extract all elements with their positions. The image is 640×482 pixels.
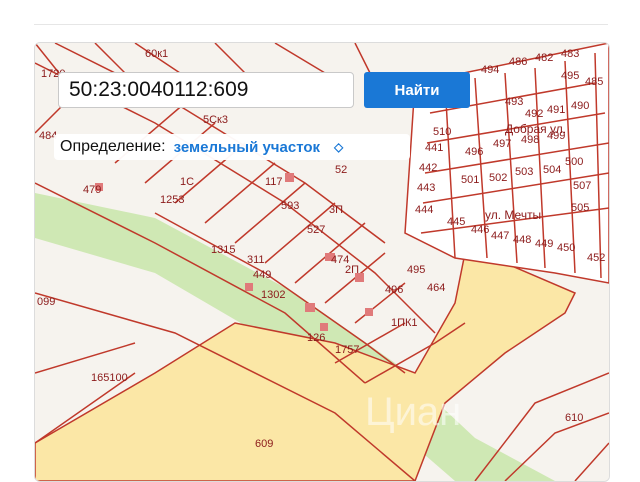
svg-text:1315: 1315: [211, 244, 235, 256]
svg-text:500: 500: [565, 156, 583, 168]
watermark-logo: Циан: [365, 390, 461, 434]
svg-text:496: 496: [465, 146, 483, 158]
definition-selected-value: земельный участок: [173, 138, 321, 156]
svg-text:510: 510: [433, 126, 451, 138]
svg-text:444: 444: [415, 204, 433, 216]
svg-text:507: 507: [573, 180, 591, 192]
svg-text:497: 497: [493, 138, 511, 150]
definition-row: Определение: земельный участок ◇: [54, 134, 410, 160]
svg-text:1757: 1757: [335, 344, 359, 356]
svg-text:445: 445: [447, 216, 465, 228]
svg-text:52: 52: [335, 164, 347, 176]
svg-text:1302: 1302: [261, 289, 285, 301]
cadastral-number-input[interactable]: [69, 78, 343, 102]
svg-text:5Ск3: 5Ск3: [203, 114, 228, 126]
top-divider: [34, 24, 608, 25]
svg-text:448: 448: [513, 234, 531, 246]
svg-text:491: 491: [547, 104, 565, 116]
svg-text:3П: 3П: [329, 204, 343, 216]
svg-text:495: 495: [407, 264, 425, 276]
svg-text:505: 505: [571, 202, 589, 214]
svg-text:443: 443: [417, 182, 435, 194]
svg-text:1С: 1С: [180, 176, 194, 188]
svg-text:452: 452: [587, 252, 605, 264]
svg-text:504: 504: [543, 164, 561, 176]
svg-text:502: 502: [489, 172, 507, 184]
svg-text:441: 441: [425, 142, 443, 154]
svg-text:501: 501: [461, 174, 479, 186]
svg-text:1ПК1: 1ПК1: [391, 317, 418, 329]
svg-text:482: 482: [535, 52, 553, 64]
svg-text:449: 449: [253, 269, 271, 281]
svg-text:2П: 2П: [345, 264, 359, 276]
svg-text:496: 496: [385, 284, 403, 296]
svg-text:490: 490: [571, 100, 589, 112]
find-button[interactable]: Найти: [364, 72, 470, 108]
svg-text:493: 493: [505, 96, 523, 108]
svg-text:610: 610: [565, 412, 583, 424]
svg-text:483: 483: [561, 48, 579, 60]
svg-text:479: 479: [83, 184, 101, 196]
svg-text:503: 503: [515, 166, 533, 178]
svg-text:60к1: 60к1: [145, 48, 168, 60]
map-canvas[interactable]: 60к1 5Ск3 1С 479 1253 117 593 52 527 3П …: [35, 43, 609, 481]
street-label-dobraya: Добрая ул.: [505, 122, 566, 136]
svg-text:527: 527: [307, 224, 325, 236]
svg-text:593: 593: [281, 200, 299, 212]
svg-text:492: 492: [525, 108, 543, 120]
definition-select[interactable]: земельный участок ◇: [174, 139, 344, 156]
chevron-updown-icon: ◇: [334, 140, 344, 154]
svg-text:450: 450: [557, 242, 575, 254]
svg-text:311: 311: [247, 254, 265, 266]
svg-text:609: 609: [255, 438, 273, 450]
svg-text:486: 486: [509, 56, 527, 68]
svg-text:485: 485: [585, 76, 603, 88]
svg-text:117: 117: [265, 176, 283, 188]
street-label-mechty: ул. Мечты: [485, 208, 541, 222]
cadastral-map[interactable]: 60к1 5Ск3 1С 479 1253 117 593 52 527 3П …: [34, 42, 610, 482]
svg-text:449: 449: [535, 238, 553, 250]
definition-label: Определение:: [60, 138, 166, 155]
svg-text:099: 099: [37, 296, 55, 308]
svg-text:495: 495: [561, 70, 579, 82]
svg-text:165100: 165100: [91, 372, 128, 384]
svg-text:1253: 1253: [160, 194, 184, 206]
svg-text:464: 464: [427, 282, 445, 294]
svg-text:446: 446: [471, 224, 489, 236]
svg-text:442: 442: [419, 162, 437, 174]
svg-text:447: 447: [491, 230, 509, 242]
search-field[interactable]: [58, 72, 354, 108]
svg-text:494: 494: [481, 64, 499, 76]
svg-text:126: 126: [307, 332, 325, 344]
